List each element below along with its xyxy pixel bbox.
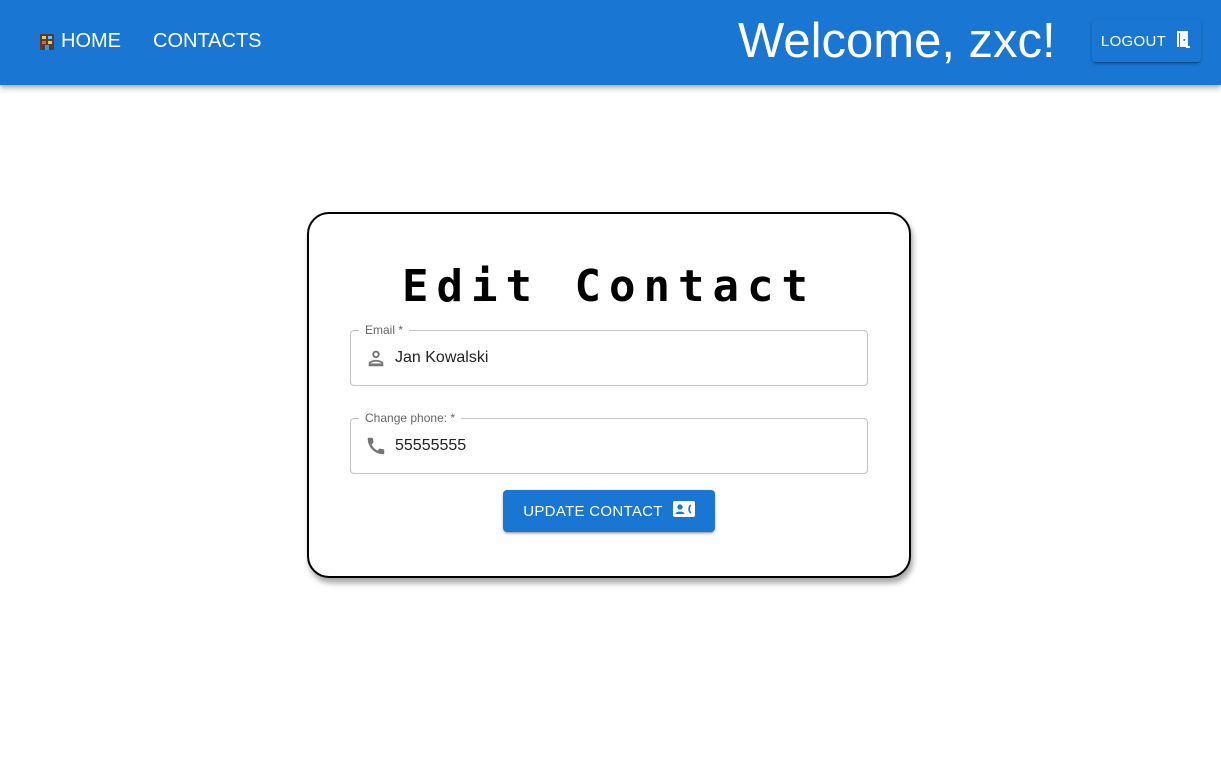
logout-button[interactable]: LOGOUT	[1092, 20, 1201, 62]
edit-contact-card: Edit Contact Email * Change phone: * UPD…	[307, 212, 911, 578]
form-title: Edit Contact	[402, 261, 816, 312]
email-field: Email *	[350, 323, 868, 386]
update-contact-button[interactable]: UPDATE CONTACT	[503, 490, 715, 532]
person-icon	[365, 347, 387, 369]
update-contact-label: UPDATE CONTACT	[523, 502, 663, 520]
nav-home-link[interactable]: HOME	[40, 28, 121, 54]
nav-home-label: HOME	[61, 29, 121, 52]
email-input[interactable]	[395, 331, 855, 385]
phone-icon	[365, 435, 387, 457]
nav-contacts-link[interactable]: CONTACTS	[153, 28, 262, 54]
phone-field: Change phone: *	[350, 411, 868, 474]
home-icon	[40, 33, 54, 50]
phone-input[interactable]	[395, 419, 855, 473]
app-bar: HOME CONTACTS Welcome, zxc! LOGOUT	[0, 0, 1221, 85]
contact-card-icon	[672, 500, 695, 522]
logout-label: LOGOUT	[1100, 32, 1167, 50]
door-icon	[1176, 30, 1192, 52]
welcome-heading: Welcome, zxc!	[738, 14, 1056, 68]
